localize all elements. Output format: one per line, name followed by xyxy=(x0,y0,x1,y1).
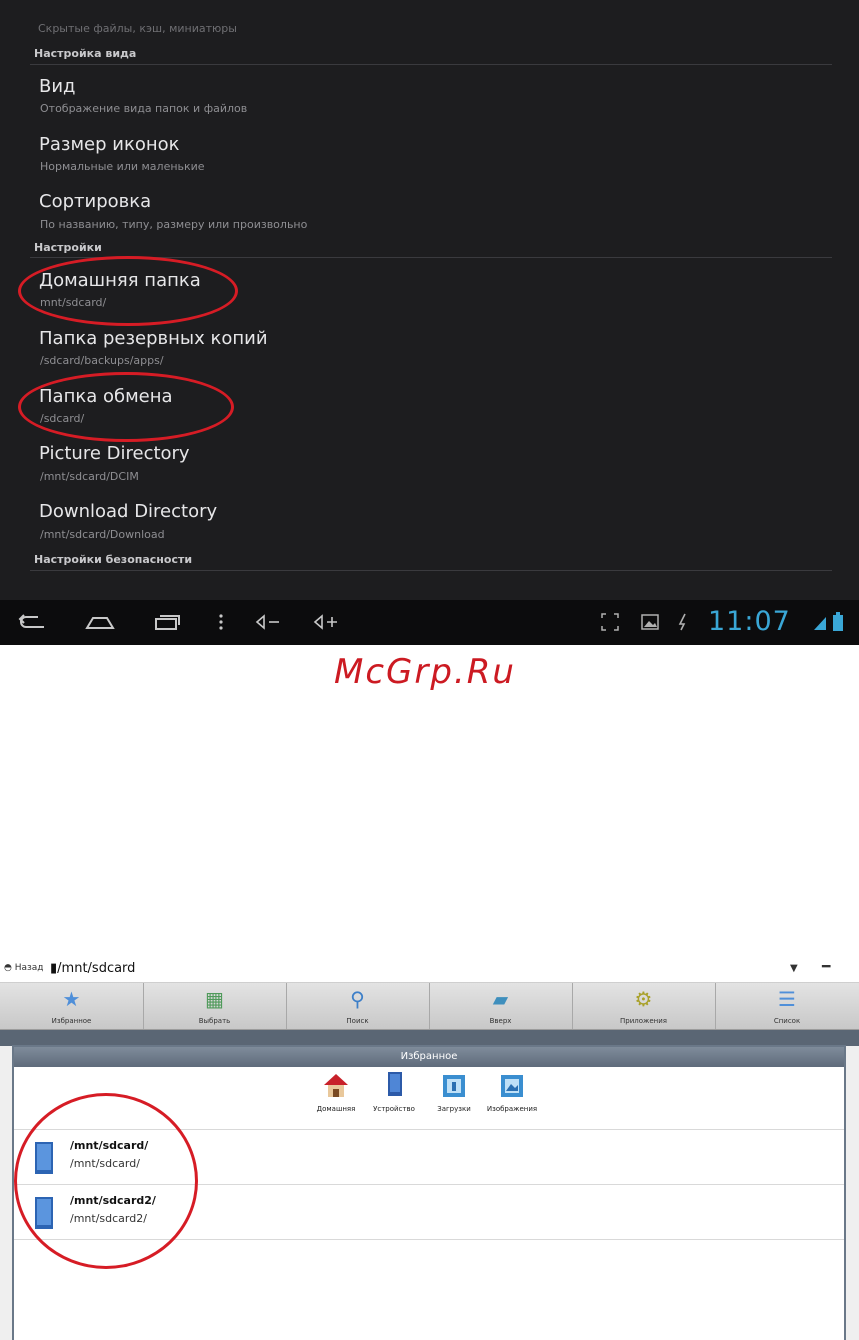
downloads-icon xyxy=(443,1075,465,1097)
cut-off-subtitle: Скрытые файлы, кэш, миниатюры xyxy=(38,22,237,35)
dialog-title: Избранное xyxy=(14,1047,844,1067)
address-bar: ◓ Назад ▮/mnt/sdcard ▼ ━ xyxy=(0,958,859,983)
quick-item-label: Загрузки xyxy=(437,1105,471,1113)
toolbar-favorites-button[interactable]: ★ Избранное xyxy=(0,983,144,1029)
toolbar-label: Список xyxy=(773,1017,801,1025)
toolbar-label: Вверх xyxy=(489,1017,512,1025)
minimize-icon[interactable]: ━ xyxy=(822,959,830,975)
item-subtitle: /sdcard/backups/apps/ xyxy=(40,354,164,367)
list-icon: ☰ xyxy=(778,987,796,1011)
quick-item-label: Домашняя xyxy=(316,1105,356,1113)
section-header-security: Настройки безопасности xyxy=(34,553,193,566)
chevron-down-icon[interactable]: ▼ xyxy=(790,963,798,974)
status-clock: 11:07 xyxy=(708,606,791,637)
folder-up-icon: ▰ xyxy=(492,987,509,1011)
home-icon[interactable] xyxy=(84,612,116,632)
signal-icon xyxy=(814,617,826,630)
item-title: Download Directory xyxy=(39,501,218,522)
toolbar-list-button[interactable]: ☰ Список xyxy=(715,983,859,1029)
item-title: Picture Directory xyxy=(39,443,190,464)
quick-item-downloads[interactable]: Загрузки xyxy=(424,1071,484,1113)
star-icon: ★ xyxy=(62,987,81,1011)
device-icon xyxy=(388,1072,402,1096)
path-text: /mnt/sdcard xyxy=(57,961,136,976)
menu-icon[interactable] xyxy=(216,612,226,632)
volume-down-icon[interactable] xyxy=(254,612,284,632)
toolbar-search-button[interactable]: ⚲ Поиск xyxy=(286,983,430,1029)
quick-item-label: Устройство xyxy=(373,1105,415,1113)
watermark: McGrp.Ru xyxy=(334,652,516,692)
file-manager-screenshot: ◓ Назад ▮/mnt/sdcard ▼ ━ ★ Избранное ▦ В… xyxy=(0,958,859,1340)
toolbar-apps-button[interactable]: ⚙ Приложения xyxy=(572,983,716,1029)
highlight-ellipse-sdcards xyxy=(14,1093,198,1269)
quick-item-device[interactable]: Устройство xyxy=(364,1071,424,1113)
quick-item-home[interactable]: Домашняя xyxy=(306,1071,366,1113)
section-divider xyxy=(30,570,832,571)
screenshot-icon xyxy=(601,613,619,631)
item-title: Размер иконок xyxy=(39,134,180,155)
house-icon xyxy=(324,1074,348,1097)
toolbar-label: Выбрать xyxy=(198,1017,231,1025)
apps-gear-icon: ⚙ xyxy=(634,987,653,1011)
item-title: Папка резервных копий xyxy=(39,328,268,349)
item-subtitle: /mnt/sdcard/DCIM xyxy=(40,470,139,483)
settings-screenshot: Скрытые файлы, кэш, миниатюры Настройка … xyxy=(0,0,859,645)
battery-icon xyxy=(833,612,843,631)
toolbar-label: Приложения xyxy=(620,1017,667,1025)
quick-item-label: Изображения xyxy=(486,1105,538,1113)
recent-apps-icon[interactable] xyxy=(152,612,182,632)
back-icon[interactable] xyxy=(18,612,48,632)
item-title: Вид xyxy=(39,76,76,97)
back-button[interactable]: ◓ Назад xyxy=(4,963,44,973)
toolbar-select-button[interactable]: ▦ Выбрать xyxy=(143,983,287,1029)
section-header-settings: Настройки xyxy=(34,241,102,254)
item-subtitle: Отображение вида папок и файлов xyxy=(40,102,248,115)
toolbar-up-button[interactable]: ▰ Вверх xyxy=(429,983,573,1029)
path-display[interactable]: ▮/mnt/sdcard xyxy=(50,961,135,976)
gallery-icon xyxy=(641,614,659,630)
item-subtitle: /mnt/sdcard/Download xyxy=(40,528,165,541)
back-label: Назад xyxy=(14,963,44,973)
volume-up-icon[interactable] xyxy=(312,612,342,632)
search-icon: ⚲ xyxy=(350,987,365,1011)
highlight-ellipse-exchange xyxy=(18,372,234,442)
pictures-icon xyxy=(501,1075,523,1097)
section-header-view: Настройка вида xyxy=(34,47,137,60)
quick-item-pictures[interactable]: Изображения xyxy=(482,1071,542,1113)
usb-icon xyxy=(678,613,686,631)
toolbar-label: Поиск xyxy=(346,1017,369,1025)
toolbar-label: Избранное xyxy=(51,1017,92,1025)
toolbar: ★ Избранное ▦ Выбрать ⚲ Поиск ▰ Вверх ⚙ … xyxy=(0,983,859,1030)
item-subtitle: По названию, типу, размеру или произволь… xyxy=(40,218,308,231)
item-subtitle: Нормальные или маленькие xyxy=(40,160,205,173)
section-divider xyxy=(30,64,832,65)
highlight-ellipse-home xyxy=(18,256,238,326)
grid-select-icon: ▦ xyxy=(205,987,224,1011)
item-title: Сортировка xyxy=(39,191,152,212)
tab-strip xyxy=(0,1030,859,1046)
